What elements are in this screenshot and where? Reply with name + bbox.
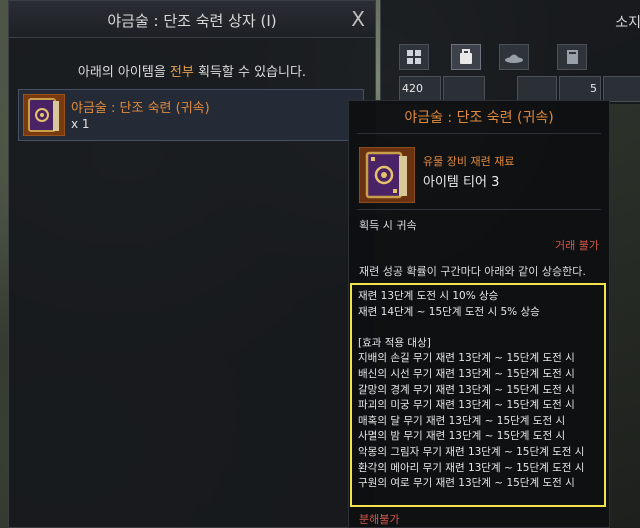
tooltip-book-icon xyxy=(358,146,416,204)
grid-tab[interactable] xyxy=(399,44,429,70)
bag-icon xyxy=(460,49,472,64)
tooltip-divider xyxy=(357,133,601,134)
tooltip-tier: 아이템 티어 3 xyxy=(423,175,500,190)
grid-icon xyxy=(407,50,421,64)
tooltip-bind: 획득 시 귀속 xyxy=(359,219,417,232)
effect-line: 배신의 시선 무기 재련 13단계 ~ 15단계 도전 시 xyxy=(358,367,575,380)
effect-line: 악몽의 그림자 무기 재련 13단계 ~ 15단계 도전 시 xyxy=(358,445,585,458)
inventory-slot-2[interactable] xyxy=(443,76,485,102)
book-tab[interactable] xyxy=(557,44,587,70)
inventory-panel: 소지 420 5 xyxy=(380,0,640,104)
box-window: 야금술 : 단조 숙련 상자 (I) X 아래의 아이템을 전부 획득할 수 있… xyxy=(8,0,376,528)
inventory-slot-3[interactable] xyxy=(517,76,557,102)
effect-line: 재련 14단계 ~ 15단계 도전 시 5% 상승 xyxy=(358,305,540,318)
tooltip-description: 재련 성공 확률이 구간마다 아래와 같이 상승한다. xyxy=(359,265,586,278)
effect-line: 갈망의 경계 무기 재련 13단계 ~ 15단계 도전 시 xyxy=(358,383,575,396)
reward-item-row[interactable]: 야금술 : 단조 숙련 (귀속) x 1 xyxy=(18,89,364,141)
tooltip-title: 야금술 : 단조 숙련 (귀속) xyxy=(404,110,554,126)
tooltip-divider-2 xyxy=(357,209,601,210)
reward-item-name: 야금술 : 단조 숙련 (귀속) xyxy=(71,101,210,116)
tooltip-grade: 유물 장비 재련 재료 xyxy=(423,155,515,168)
close-button[interactable]: X xyxy=(351,7,365,31)
inventory-slot-4[interactable]: 5 xyxy=(559,76,601,102)
effect-line: 지배의 손길 무기 재련 13단계 ~ 15단계 도전 시 xyxy=(358,352,575,365)
effect-line: 매혹의 달 무기 재련 13단계 ~ 15단계 도전 시 xyxy=(358,414,566,427)
inventory-title: 소지 xyxy=(615,15,640,31)
hat-icon xyxy=(505,54,523,63)
desc-prefix: 아래의 아이템을 xyxy=(77,65,170,80)
effect-line: 구원의 여로 무기 재련 13단계 ~ 15단계 도전 시 xyxy=(358,477,575,490)
hat-tab[interactable] xyxy=(499,44,529,70)
slot-count-1: 420 xyxy=(402,82,423,95)
reward-item-qty: x 1 xyxy=(71,117,90,131)
inventory-slot-5[interactable] xyxy=(603,76,640,102)
bag-tab[interactable] xyxy=(451,44,481,70)
effect-line: 재련 13단계 도전 시 10% 상승 xyxy=(358,290,499,302)
slot-count-2: 5 xyxy=(590,82,597,95)
book-icon xyxy=(22,93,66,137)
effect-line: 환각의 메아리 무기 재련 13단계 ~ 15단계 도전 시 xyxy=(358,461,585,474)
effect-highlight-box: 재련 13단계 도전 시 10% 상승 재련 14단계 ~ 15단계 도전 시 … xyxy=(350,283,606,507)
tooltip-trade: 거래 불가 xyxy=(555,239,599,252)
desc-suffix: 획득할 수 있습니다. xyxy=(193,65,307,80)
effect-line: 사멸의 밤 무기 재련 13단계 ~ 15단계 도전 시 xyxy=(358,430,566,443)
tooltip-dismantle: 분해불가 xyxy=(359,513,400,526)
book-tab-icon xyxy=(567,50,578,64)
desc-highlight: 전부 xyxy=(169,65,194,80)
effect-line: [효과 적용 대상] xyxy=(358,336,431,349)
box-titlebar[interactable]: 야금술 : 단조 숙련 상자 (I) X xyxy=(9,1,375,38)
effect-line xyxy=(358,320,598,336)
item-tooltip: 야금술 : 단조 숙련 (귀속) 유물 장비 재련 재료 아이템 티어 3 획득… xyxy=(348,100,610,528)
effect-line: 파괴의 미궁 무기 재련 13단계 ~ 15단계 도전 시 xyxy=(358,399,575,412)
inventory-slot-1[interactable]: 420 xyxy=(399,76,441,102)
box-title: 야금술 : 단조 숙련 상자 (I) xyxy=(107,12,277,30)
box-description: 아래의 아이템을 전부 획득할 수 있습니다. xyxy=(9,61,375,80)
